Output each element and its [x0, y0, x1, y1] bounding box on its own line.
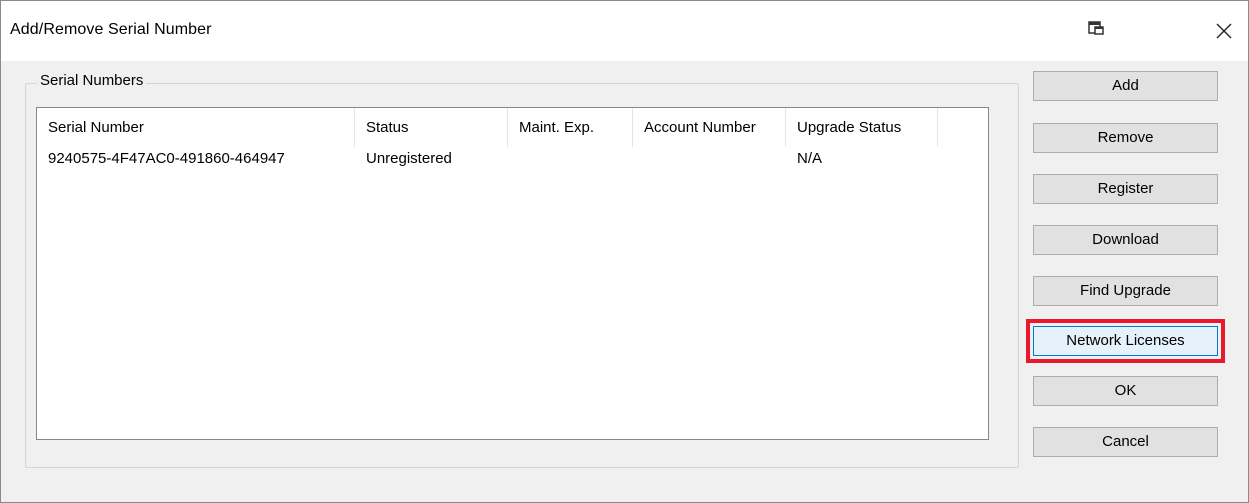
column-header-account-number[interactable]: Account Number [633, 108, 786, 147]
ok-button[interactable]: OK [1033, 376, 1218, 406]
close-icon[interactable] [1209, 16, 1239, 46]
download-button[interactable]: Download [1033, 225, 1218, 255]
column-header-serial-number[interactable]: Serial Number [37, 108, 355, 147]
column-header-upgrade-status[interactable]: Upgrade Status [786, 108, 938, 147]
find-upgrade-button[interactable]: Find Upgrade [1033, 276, 1218, 306]
groupbox-label: Serial Numbers [37, 72, 147, 89]
cancel-button[interactable]: Cancel [1033, 427, 1218, 457]
cell-status: Unregistered [366, 150, 452, 167]
list-header: Serial Number Status Maint. Exp. Account… [37, 108, 988, 147]
table-row[interactable]: 9240575-4F47AC0-491860-464947 Unregister… [37, 148, 988, 170]
column-header-maint-exp[interactable]: Maint. Exp. [508, 108, 633, 147]
cell-upgrade-status: N/A [797, 150, 823, 167]
restore-icon[interactable] [1086, 19, 1106, 39]
cell-serial-number: 9240575-4F47AC0-491860-464947 [48, 150, 285, 167]
column-header-status[interactable]: Status [355, 108, 508, 147]
serial-numbers-list[interactable]: Serial Number Status Maint. Exp. Account… [36, 107, 989, 440]
network-licenses-button[interactable]: Network Licenses [1026, 319, 1225, 363]
dialog-window: Add/Remove Serial Number Serial Numbers … [0, 0, 1249, 503]
title-bar: Add/Remove Serial Number [1, 1, 1248, 61]
register-button[interactable]: Register [1033, 174, 1218, 204]
window-title: Add/Remove Serial Number [10, 21, 212, 38]
add-button[interactable]: Add [1033, 71, 1218, 101]
remove-button[interactable]: Remove [1033, 123, 1218, 153]
